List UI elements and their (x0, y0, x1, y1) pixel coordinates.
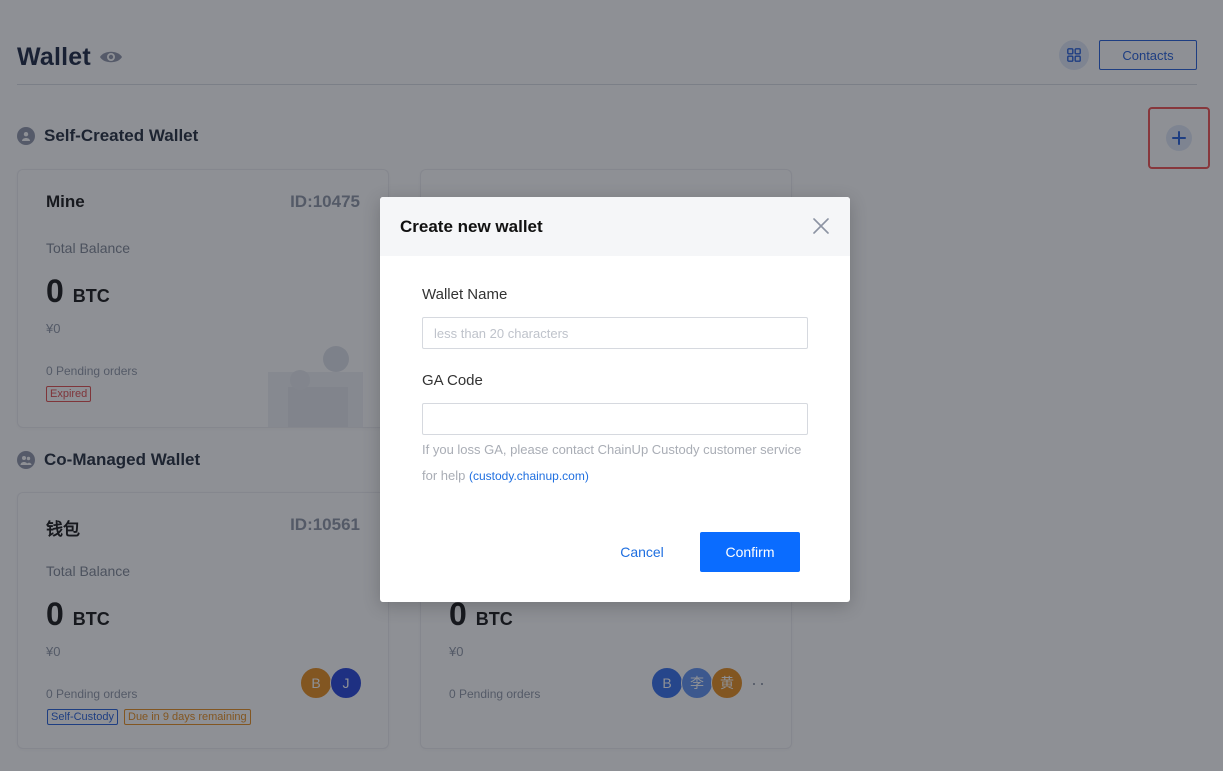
dialog-title: Create new wallet (400, 216, 543, 236)
ga-code-input[interactable] (422, 403, 808, 435)
confirm-button[interactable]: Confirm (700, 532, 800, 572)
cancel-button[interactable]: Cancel (608, 532, 676, 572)
create-wallet-dialog: Create new wallet Wallet Name GA Code If… (380, 197, 850, 602)
close-icon[interactable] (812, 217, 830, 235)
dialog-header: Create new wallet (380, 197, 850, 256)
wallet-name-input[interactable] (422, 317, 808, 349)
ga-help-text: If you loss GA, please contact ChainUp C… (422, 437, 812, 489)
wallet-name-label: Wallet Name (422, 286, 508, 303)
support-link[interactable]: (custody.chainup.com) (469, 469, 589, 483)
ga-code-label: GA Code (422, 372, 483, 389)
